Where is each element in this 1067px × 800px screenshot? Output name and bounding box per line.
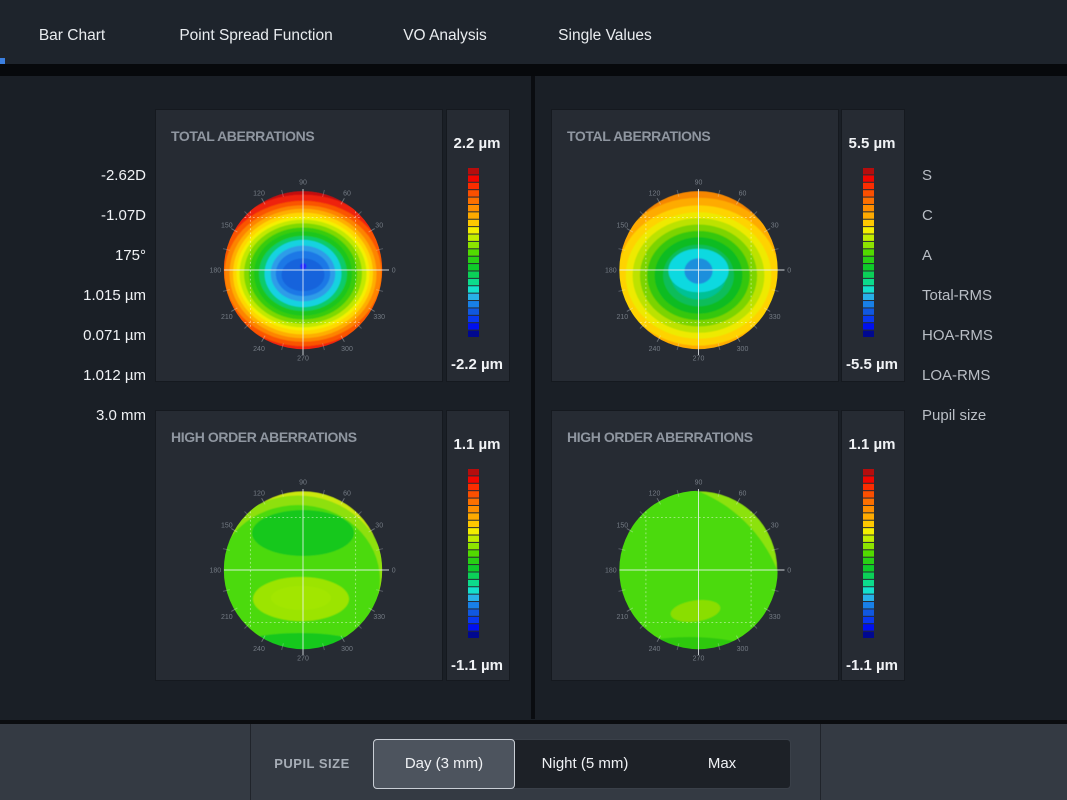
svg-text:150: 150 (221, 223, 233, 230)
svg-text:90: 90 (695, 480, 703, 487)
svg-text:270: 270 (693, 656, 705, 663)
svg-text:0: 0 (392, 568, 396, 575)
svg-text:330: 330 (769, 614, 781, 621)
svg-text:120: 120 (649, 190, 661, 197)
svg-text:300: 300 (341, 346, 353, 353)
svg-text:120: 120 (253, 190, 265, 197)
svg-text:150: 150 (616, 223, 628, 230)
svg-text:180: 180 (210, 568, 222, 575)
svg-text:120: 120 (253, 490, 265, 497)
svg-text:150: 150 (221, 523, 233, 530)
svg-text:60: 60 (739, 190, 747, 197)
svg-text:90: 90 (299, 180, 307, 187)
svg-text:300: 300 (737, 346, 749, 353)
svg-text:240: 240 (253, 646, 265, 653)
svg-text:60: 60 (343, 490, 351, 497)
svg-text:150: 150 (616, 523, 628, 530)
svg-text:30: 30 (375, 223, 383, 230)
svg-text:240: 240 (253, 346, 265, 353)
svg-text:210: 210 (616, 314, 628, 321)
svg-text:0: 0 (787, 568, 791, 575)
svg-text:30: 30 (771, 523, 779, 530)
svg-text:60: 60 (739, 490, 747, 497)
svg-text:270: 270 (693, 356, 705, 363)
svg-text:300: 300 (737, 646, 749, 653)
svg-text:120: 120 (649, 490, 661, 497)
svg-text:330: 330 (373, 614, 385, 621)
svg-text:180: 180 (210, 268, 222, 275)
svg-text:330: 330 (769, 314, 781, 321)
svg-text:90: 90 (299, 480, 307, 487)
svg-text:330: 330 (373, 314, 385, 321)
svg-text:90: 90 (695, 180, 703, 187)
svg-text:0: 0 (787, 268, 791, 275)
svg-text:300: 300 (341, 646, 353, 653)
svg-text:240: 240 (649, 646, 661, 653)
svg-text:270: 270 (297, 356, 309, 363)
svg-text:180: 180 (605, 568, 617, 575)
svg-text:240: 240 (649, 346, 661, 353)
svg-text:270: 270 (297, 656, 309, 663)
svg-text:210: 210 (221, 614, 233, 621)
svg-text:0: 0 (392, 268, 396, 275)
svg-text:30: 30 (771, 223, 779, 230)
svg-text:210: 210 (221, 314, 233, 321)
svg-text:210: 210 (616, 614, 628, 621)
svg-text:30: 30 (375, 523, 383, 530)
svg-text:180: 180 (605, 268, 617, 275)
svg-text:60: 60 (343, 190, 351, 197)
